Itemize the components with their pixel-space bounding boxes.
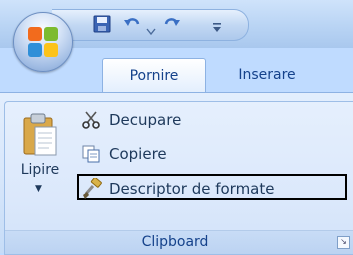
save-icon[interactable] bbox=[92, 14, 112, 36]
format-painter-label: Descriptor de formate bbox=[109, 180, 275, 198]
tab-inserare[interactable]: Inserare bbox=[222, 58, 312, 92]
quick-access-toolbar bbox=[52, 9, 249, 41]
undo-icon[interactable] bbox=[122, 14, 142, 36]
customize-toolbar-icon[interactable] bbox=[212, 19, 222, 41]
format-painter-button[interactable]: Descriptor de formate bbox=[77, 174, 347, 200]
paste-icon bbox=[21, 112, 59, 162]
dialog-launcher-icon[interactable]: ↘ bbox=[337, 236, 350, 249]
title-bar bbox=[0, 0, 353, 72]
group-label-clipboard: Clipboard bbox=[141, 234, 209, 250]
copy-button[interactable]: Copiere bbox=[77, 140, 347, 168]
tab-pornire[interactable]: Pornire bbox=[102, 58, 206, 93]
cut-button[interactable]: Decupare bbox=[77, 106, 347, 134]
ribbon-tabs: Pornire Inserare bbox=[0, 48, 353, 93]
redo-icon[interactable] bbox=[162, 14, 182, 36]
paste-dropdown-icon[interactable]: ▼ bbox=[35, 184, 42, 194]
scissors-icon bbox=[81, 110, 101, 130]
paste-button[interactable]: Lipire ▼ bbox=[9, 108, 71, 220]
paste-label: Lipire bbox=[20, 162, 60, 178]
undo-dropdown-icon[interactable] bbox=[146, 21, 156, 43]
cut-label: Decupare bbox=[109, 111, 182, 129]
format-painter-icon bbox=[81, 177, 102, 199]
copy-label: Copiere bbox=[109, 145, 167, 163]
copy-icon bbox=[81, 144, 101, 164]
clipboard-group: Lipire ▼ Decupare Copiere Descriptor de … bbox=[4, 101, 353, 255]
group-footer: Clipboard ↘ bbox=[5, 230, 353, 254]
ribbon-panel: Lipire ▼ Decupare Copiere Descriptor de … bbox=[0, 92, 353, 255]
